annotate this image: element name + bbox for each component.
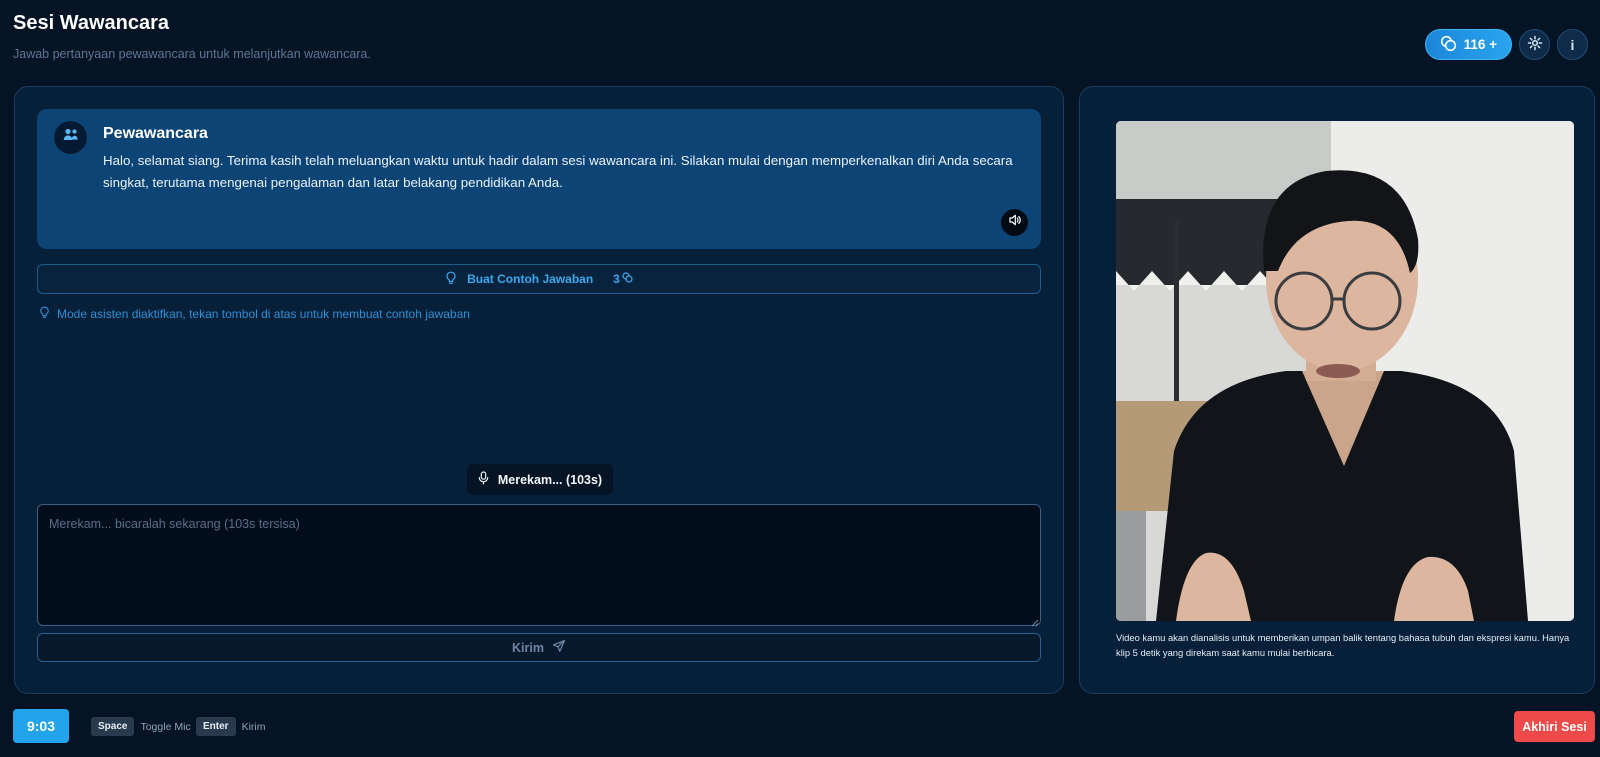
lightbulb-icon <box>445 271 457 288</box>
camera-preview <box>1116 121 1574 621</box>
shortcut-key: Enter <box>196 717 236 736</box>
generate-cost-value: 3 <box>613 272 620 286</box>
play-audio-button[interactable] <box>1001 209 1028 236</box>
credits-label: 116 + <box>1463 37 1497 52</box>
session-timer: 9:03 <box>13 709 69 743</box>
credits-button[interactable]: 116 + <box>1424 29 1512 60</box>
recording-label: Merekam... (103s) <box>497 472 603 487</box>
interviewer-avatar <box>54 121 87 154</box>
send-button[interactable]: Kirim <box>37 633 1041 662</box>
coins-icon <box>622 272 633 286</box>
camera-panel: Video kamu akan dianalisis untuk memberi… <box>1079 86 1595 694</box>
shortcut-action: Toggle Mic <box>140 720 191 733</box>
top-actions: 116 + i <box>1424 29 1588 60</box>
interview-panel: Pewawancara Halo, selamat siang. Terima … <box>14 86 1064 694</box>
assistant-mode-note-text: Mode asisten diaktifkan, tekan tombol di… <box>57 307 470 321</box>
interviewer-message-card: Pewawancara Halo, selamat siang. Terima … <box>37 109 1041 249</box>
interviewer-name: Pewawancara <box>103 125 208 142</box>
end-session-button[interactable]: Akhiri Sesi <box>1514 711 1595 742</box>
interviewer-icon <box>62 126 80 149</box>
speaker-icon <box>1008 213 1022 232</box>
lightbulb-icon <box>39 306 50 322</box>
shortcut-action: Kirim <box>241 720 266 733</box>
settings-button[interactable] <box>1519 29 1550 60</box>
send-icon <box>552 639 566 656</box>
shortcut-toggle-mic: Space Toggle Mic <box>91 717 191 736</box>
page-title: Sesi Wawancara <box>13 12 170 34</box>
camera-feed-image <box>1116 121 1574 621</box>
info-icon: i <box>1570 36 1575 53</box>
shortcut-key: Space <box>91 717 135 736</box>
assistant-mode-note: Mode asisten diaktifkan, tekan tombol di… <box>39 306 470 322</box>
send-label: Kirim <box>512 640 544 655</box>
generate-sample-answer-label: Buat Contoh Jawaban <box>467 272 594 286</box>
microphone-icon <box>478 471 489 488</box>
coins-icon <box>1440 35 1457 55</box>
shortcut-send: Enter Kirim <box>196 717 265 736</box>
info-button[interactable]: i <box>1557 29 1588 60</box>
generate-cost: 3 <box>613 272 633 286</box>
interviewer-message: Halo, selamat siang. Terima kasih telah … <box>103 153 1013 190</box>
answer-input[interactable] <box>37 504 1041 626</box>
recording-indicator[interactable]: Merekam... (103s) <box>467 464 613 495</box>
resize-handle-icon[interactable] <box>1029 614 1039 627</box>
camera-caption: Video kamu akan dianalisis untuk memberi… <box>1116 632 1570 658</box>
page-subtitle: Jawab pertanyaan pewawancara untuk melan… <box>13 47 371 61</box>
gear-icon <box>1527 35 1543 54</box>
generate-sample-answer-button[interactable]: Buat Contoh Jawaban 3 <box>37 264 1041 294</box>
